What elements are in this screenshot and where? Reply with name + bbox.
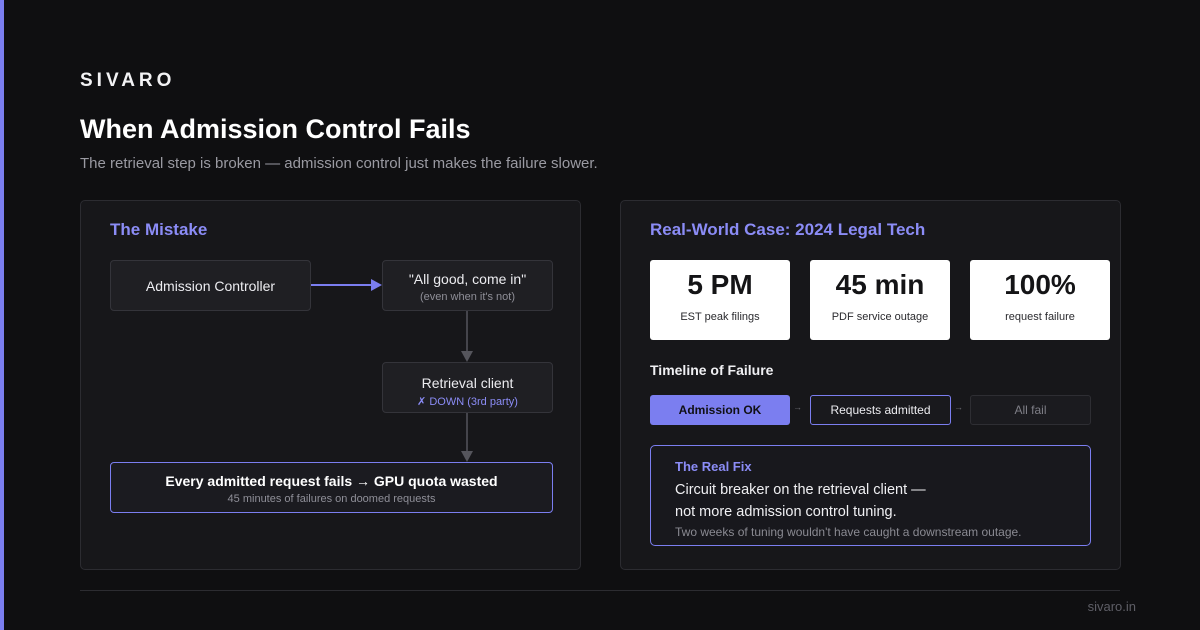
footer-divider xyxy=(80,590,1120,591)
arrow-admission-head xyxy=(371,279,382,291)
real-fix-note: Two weeks of tuning wouldn't have caught… xyxy=(675,525,1022,539)
timeline-arrow-icon: → xyxy=(954,402,963,412)
stat-value: 45 min xyxy=(835,269,925,300)
mistake-panel: The Mistake Admission Controller "All go… xyxy=(80,200,581,570)
real-fix-text: Circuit breaker on the retrieval client … xyxy=(675,479,1066,523)
retrieval-status-label: ✗ DOWN (3rd party) xyxy=(417,396,518,408)
admission-controller-label: Admission Controller xyxy=(145,277,276,294)
timeline-step-requests-admitted: Requests admitted xyxy=(810,395,951,425)
stat-label: request failure xyxy=(1005,311,1075,323)
stat-label: PDF service outage xyxy=(831,311,929,323)
real-fix-line-1: Circuit breaker on the retrieval client … xyxy=(675,482,926,498)
real-fix-label: The Real Fix xyxy=(675,459,752,474)
real-fix-line-2: not more admission control tuning. xyxy=(675,504,897,520)
admission-controller-node: Admission Controller xyxy=(110,260,311,311)
stat-card-failure: 100% request failure xyxy=(970,260,1110,340)
stat-value: 100% xyxy=(1004,269,1076,300)
stat-value: 5 PM xyxy=(687,269,753,300)
timeline-step-all-fail: All fail xyxy=(970,395,1091,425)
stat-label: EST peak filings xyxy=(680,311,760,323)
stat-card-outage: 45 min PDF service outage xyxy=(810,260,950,340)
timeline-arrow-icon: → xyxy=(793,402,802,412)
page-title: When Admission Control Fails xyxy=(80,114,471,144)
case-panel: Real-World Case: 2024 Legal Tech 5 PM ES… xyxy=(620,200,1121,570)
all-good-node: "All good, come in" (even when it's not) xyxy=(382,260,553,311)
case-panel-title: Real-World Case: 2024 Legal Tech xyxy=(650,220,926,239)
all-good-sublabel: (even when it's not) xyxy=(419,291,516,303)
footer-url: sivaro.in xyxy=(1087,599,1136,614)
brand-logo: SIVARO xyxy=(80,70,176,91)
all-good-label: "All good, come in" xyxy=(408,271,527,287)
timeline-title: Timeline of Failure xyxy=(650,362,774,378)
page-subtitle: The retrieval step is broken — admission… xyxy=(80,155,598,172)
retrieval-client-node: Retrieval client ✗ DOWN (3rd party) xyxy=(382,362,553,413)
failure-result-sublabel: 45 minutes of failures on doomed request… xyxy=(227,493,436,505)
stat-card-time: 5 PM EST peak filings xyxy=(650,260,790,340)
arrow-allgood-head xyxy=(461,351,473,362)
failure-result-node: Every admitted request fails → GPU quota… xyxy=(110,462,553,513)
arrow-retrieval-head xyxy=(461,451,473,462)
failure-result-label: Every admitted request fails → GPU quota… xyxy=(165,473,498,489)
timeline-step-admission-ok: Admission OK xyxy=(650,395,790,425)
accent-bar xyxy=(0,0,4,630)
real-fix-box: The Real Fix Circuit breaker on the retr… xyxy=(650,445,1091,546)
retrieval-client-label: Retrieval client xyxy=(421,375,514,391)
